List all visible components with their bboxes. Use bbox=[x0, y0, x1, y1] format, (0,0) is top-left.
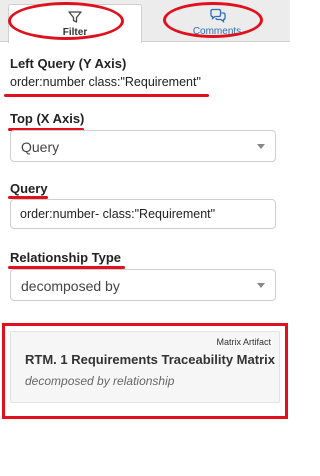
chevron-down-icon bbox=[257, 144, 265, 149]
left-query-title: Left Query (Y Axis) bbox=[10, 56, 127, 71]
left-query-value: order:number class:"Requirement" bbox=[10, 75, 201, 89]
tab-filter-label: Filter bbox=[62, 27, 88, 38]
annotation-underline-left-query bbox=[4, 94, 209, 97]
tab-filter[interactable]: Filter bbox=[8, 4, 142, 43]
relationship-type-select[interactable]: decomposed by bbox=[10, 269, 276, 301]
tab-bar: Filter Comments bbox=[0, 0, 290, 43]
relationship-type-selected-value: decomposed by bbox=[21, 278, 120, 294]
top-axis-select[interactable]: Query bbox=[10, 130, 276, 162]
artifact-title: RTM. 1 Requirements Traceability Matrix bbox=[25, 352, 275, 367]
chevron-down-icon bbox=[257, 283, 265, 288]
query-title: Query bbox=[10, 181, 48, 196]
artifact-subtitle: decomposed by relationship bbox=[25, 374, 175, 388]
matrix-artifact-card[interactable]: Matrix Artifact RTM. 1 Requirements Trac… bbox=[10, 331, 280, 403]
top-axis-title: Top (X Axis) bbox=[10, 111, 85, 126]
relationship-type-title: Relationship Type bbox=[10, 250, 121, 265]
top-axis-selected-value: Query bbox=[21, 139, 60, 155]
filter-icon bbox=[67, 9, 83, 25]
comments-icon bbox=[209, 8, 226, 24]
tab-comments-label: Comments bbox=[192, 26, 242, 37]
query-input[interactable] bbox=[10, 199, 276, 229]
artifact-type-label: Matrix Artifact bbox=[216, 337, 271, 347]
tab-comments[interactable]: Comments bbox=[150, 4, 284, 42]
